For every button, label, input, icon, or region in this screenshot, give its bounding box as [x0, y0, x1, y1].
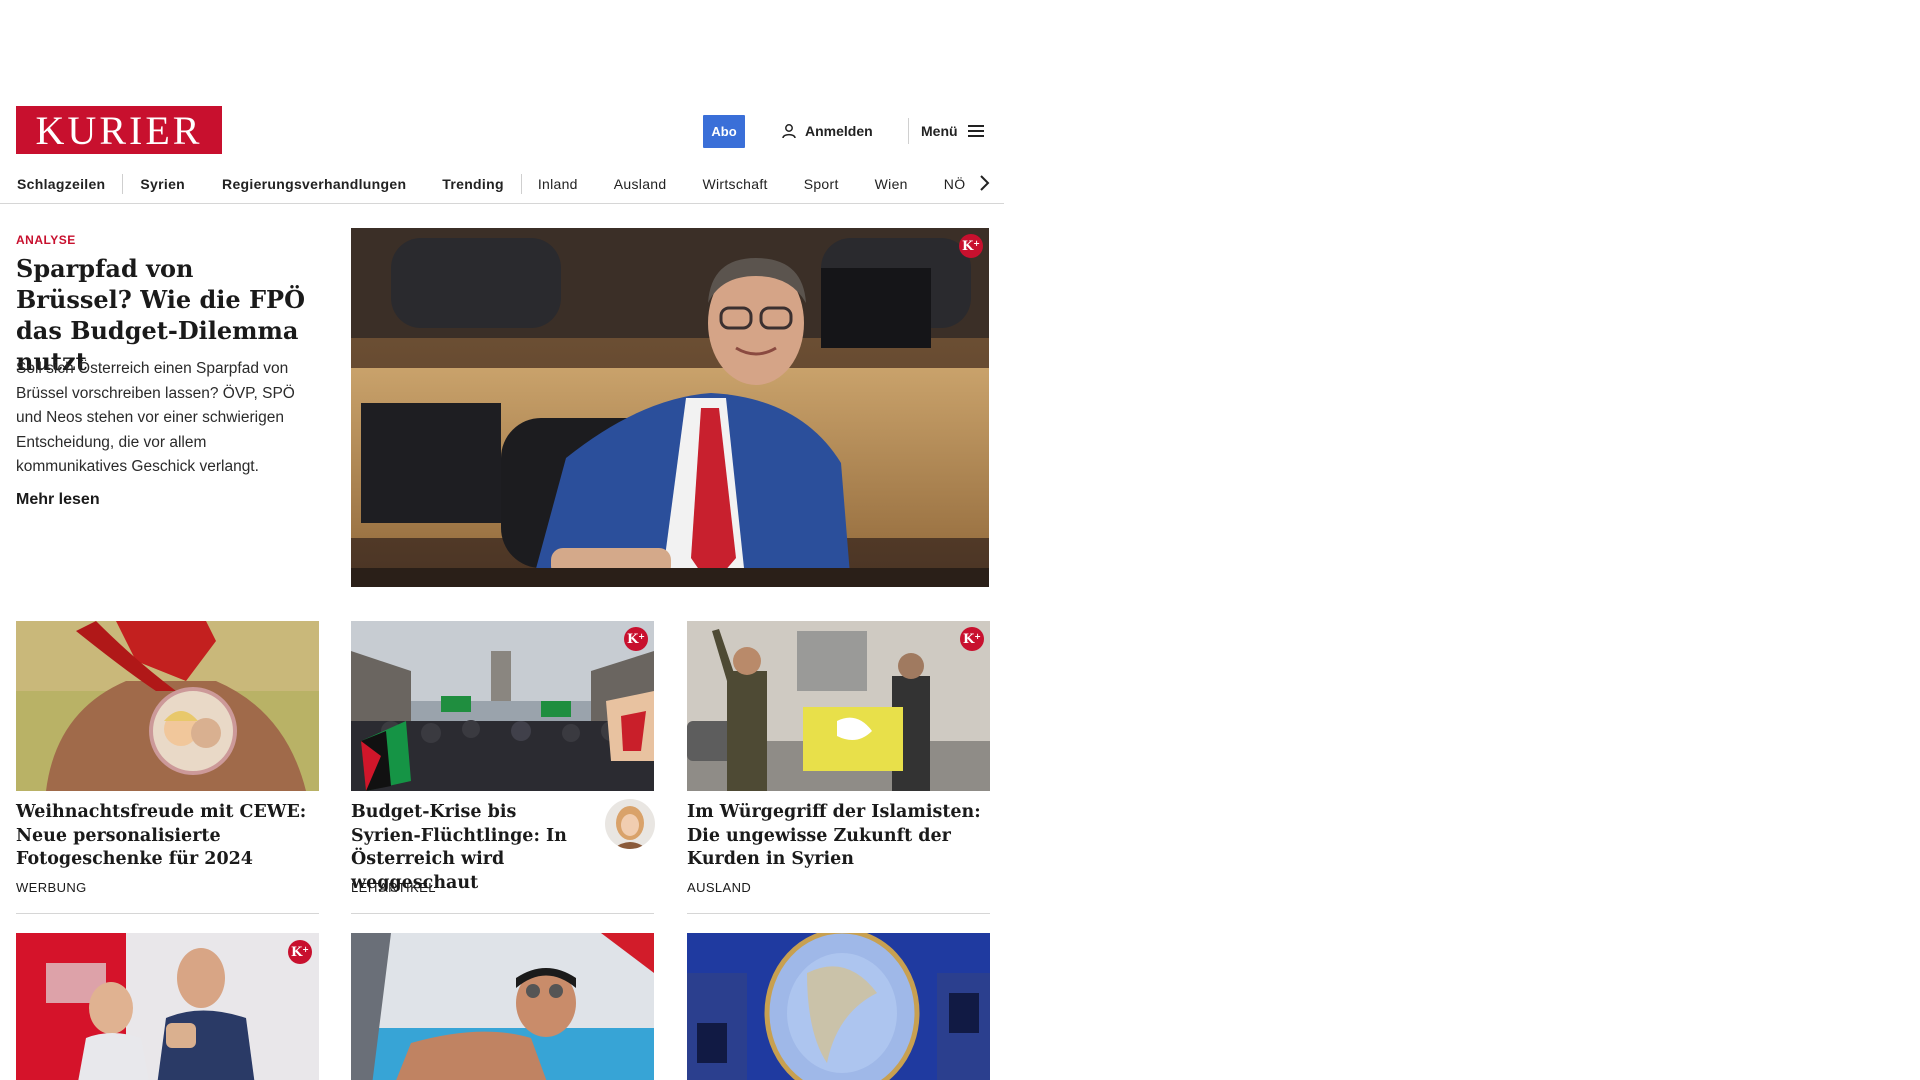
- hamburger-icon: [967, 125, 984, 137]
- article-image: K +: [687, 621, 990, 791]
- article-image: K +: [351, 621, 654, 791]
- login-button[interactable]: Anmelden: [781, 119, 873, 143]
- nav-item-ausland[interactable]: Ausland: [614, 176, 667, 192]
- site-header: KURIER Abo Anmelden Menü: [0, 106, 1010, 156]
- card-divider: [16, 913, 319, 914]
- lead-teaser: Soll sich Österreich einen Sparpfad von …: [16, 360, 295, 475]
- person-icon: [782, 124, 796, 139]
- article-image: [16, 621, 319, 791]
- lead-photo: [351, 228, 989, 587]
- menu-label: Menü: [921, 123, 958, 139]
- nav-item-trending[interactable]: Trending: [442, 176, 504, 192]
- article-image[interactable]: [351, 933, 654, 1080]
- nav-item-wien[interactable]: Wien: [875, 176, 908, 192]
- article-title[interactable]: Im Würgegriff der Islamisten: Die ungewi…: [687, 801, 990, 872]
- article-image[interactable]: [687, 933, 990, 1080]
- author-avatar: [605, 799, 655, 849]
- premium-badge-icon: K +: [624, 627, 648, 651]
- nav-separator: [520, 173, 522, 194]
- section-nav: Schlagzeilen Syrien Regierungsverhandlun…: [0, 164, 1004, 204]
- header-divider: [908, 118, 909, 144]
- nav-item-inland[interactable]: Inland: [538, 176, 578, 192]
- nav-item-syrien[interactable]: Syrien: [140, 176, 185, 192]
- premium-badge-icon: K +: [960, 627, 984, 651]
- logo-text: KURIER: [35, 107, 203, 153]
- premium-badge-icon: K +: [288, 940, 312, 964]
- article-rubric: LEITARTIKEL: [351, 880, 436, 895]
- nav-item-sport[interactable]: Sport: [804, 176, 839, 192]
- card-divider: [687, 913, 990, 914]
- article-rubric: WERBUNG: [16, 880, 87, 895]
- nav-item-schlagzeilen[interactable]: Schlagzeilen: [17, 176, 105, 192]
- nav-item-noe[interactable]: NÖ: [944, 176, 966, 192]
- nav-item-regierungsverhandlungen[interactable]: Regierungsverhandlungen: [222, 176, 406, 192]
- nav-separator: [122, 173, 124, 194]
- menu-button[interactable]: Menü: [921, 119, 984, 143]
- read-more-link[interactable]: Mehr lesen: [16, 491, 100, 509]
- lead-image[interactable]: K +: [351, 228, 989, 587]
- card-divider: [351, 913, 654, 914]
- chevron-right-icon[interactable]: [974, 173, 994, 193]
- lead-kicker: ANALYSE: [16, 233, 76, 247]
- abo-button[interactable]: Abo: [703, 115, 745, 148]
- login-label: Anmelden: [805, 123, 873, 139]
- article-image[interactable]: K +: [16, 933, 319, 1080]
- article-rubric: AUSLAND: [687, 880, 752, 895]
- article-title[interactable]: Weihnachtsfreude mit CEWE: Neue personal…: [16, 801, 319, 872]
- nav-item-wirtschaft[interactable]: Wirtschaft: [702, 176, 767, 192]
- kurier-logo[interactable]: KURIER: [16, 106, 222, 154]
- premium-badge-icon: K +: [959, 234, 983, 258]
